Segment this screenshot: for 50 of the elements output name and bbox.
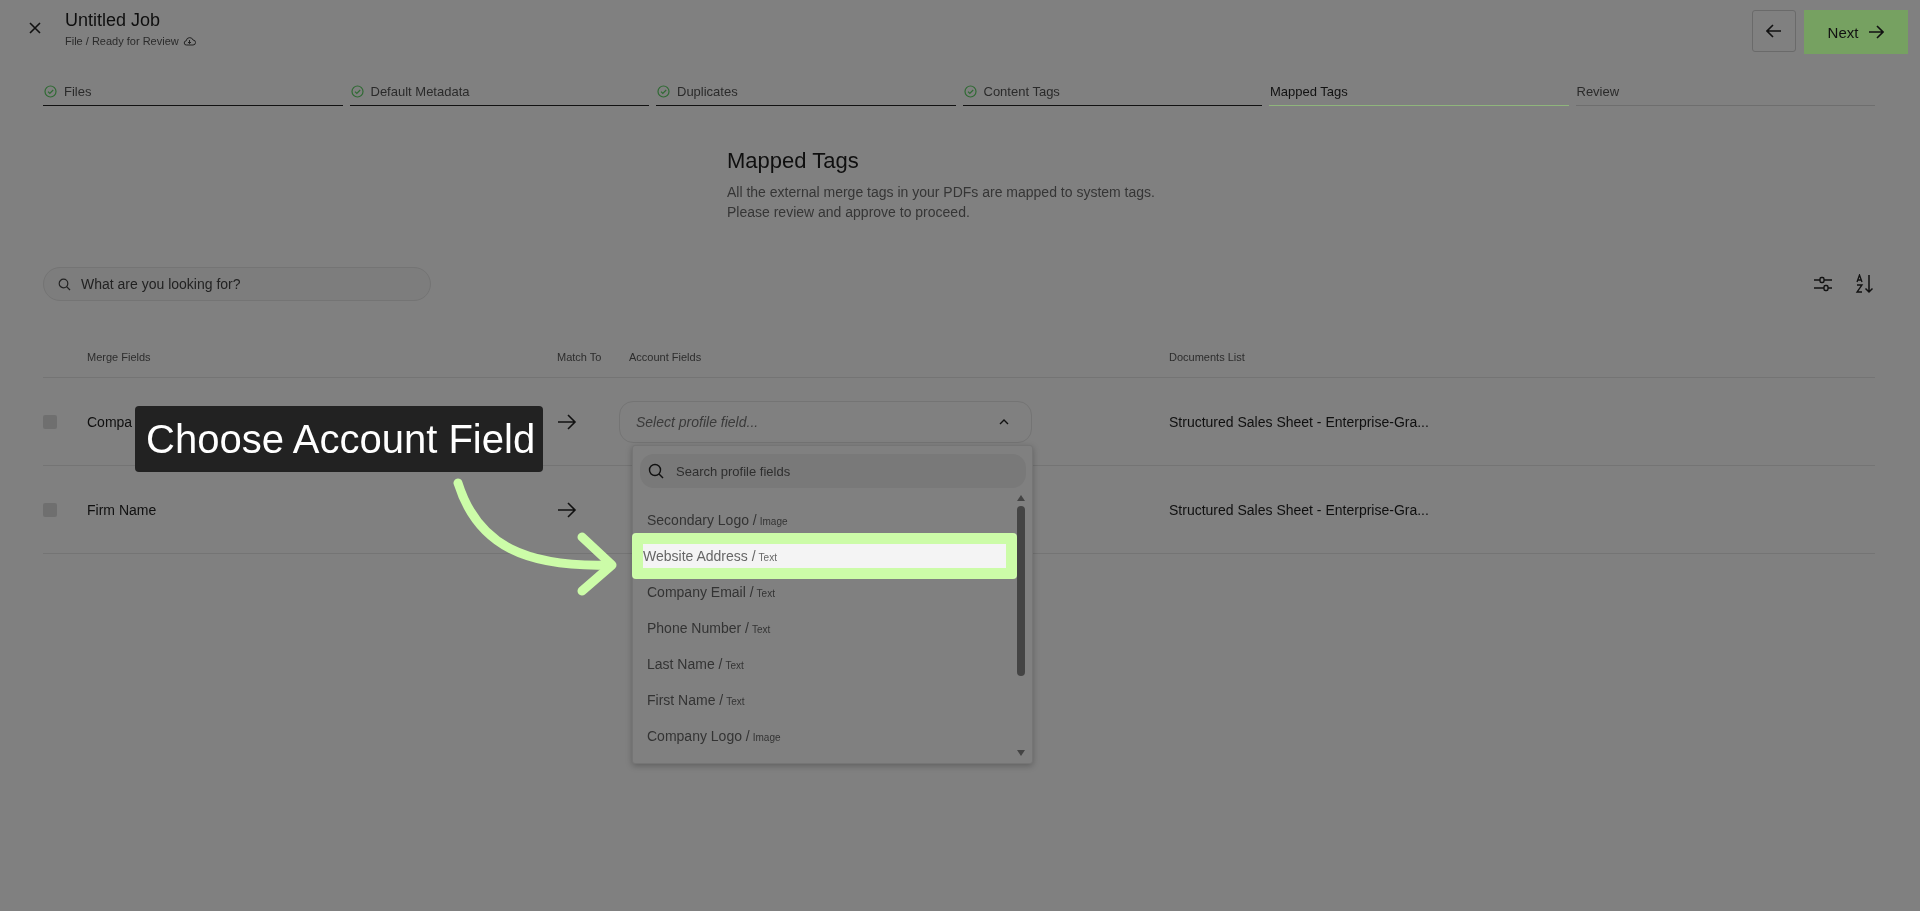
step-tab[interactable]: Review xyxy=(1575,84,1875,106)
arrow-left-icon xyxy=(1766,24,1782,38)
breadcrumb: File / Ready for Review xyxy=(65,35,179,47)
profile-field-option[interactable]: Website Address / Text xyxy=(633,534,1016,578)
document-name: Structured Sales Sheet - Enterprise-Gra... xyxy=(1169,501,1430,518)
callout-label: Choose Account Field xyxy=(135,406,544,472)
profile-field-option[interactable]: Phone Number / Text xyxy=(633,610,1016,646)
document-name: Structured Sales Sheet - Enterprise-Gra... xyxy=(1169,413,1430,430)
search-field[interactable]: What are you looking for? xyxy=(43,267,431,301)
merge-field-name: Firm Name xyxy=(87,501,157,518)
step-tab[interactable]: Mapped Tags xyxy=(1269,84,1569,106)
job-title: Untitled Job xyxy=(65,10,162,31)
arrow-right-icon xyxy=(557,413,577,430)
search-icon xyxy=(58,277,71,291)
step-tab[interactable]: Files xyxy=(43,84,343,106)
description-text: Please review and approve to proceed. xyxy=(727,203,971,222)
profile-field-option[interactable]: Company Logo / Image xyxy=(633,718,1016,754)
profile-field-select[interactable]: Select profile field... xyxy=(619,400,1032,443)
scrollbar-thumb[interactable] xyxy=(1017,506,1025,676)
cloud-icon xyxy=(182,36,196,46)
step-tab[interactable]: Default Metadata xyxy=(349,84,649,106)
close-icon[interactable] xyxy=(29,22,41,34)
description-text: All the external merge tags in your PDFs are mapped to system tags. xyxy=(727,183,1156,202)
next-button[interactable]: Next xyxy=(1804,10,1908,54)
merge-field-name: Compa xyxy=(87,413,133,430)
sort-icon[interactable] xyxy=(1855,274,1875,294)
profile-search-field[interactable]: Search profile fields xyxy=(640,454,1026,488)
search-input[interactable]: What are you looking for? xyxy=(79,275,416,293)
profile-field-option[interactable]: First Name / Text xyxy=(633,682,1016,718)
filter-sliders-icon[interactable] xyxy=(1813,275,1833,293)
column-header: Account Fields xyxy=(629,351,703,363)
scroll-up-icon[interactable] xyxy=(1016,494,1026,502)
check-circle-icon xyxy=(963,85,977,98)
caret-icon xyxy=(999,418,1009,425)
profile-field-option[interactable]: Last Name / Text xyxy=(633,646,1016,682)
step-tab[interactable]: Content Tags xyxy=(962,84,1262,106)
arrow-right-icon xyxy=(557,501,577,518)
check-circle-icon xyxy=(657,85,670,98)
column-header: Documents List xyxy=(1169,351,1246,363)
column-header: Merge Fields xyxy=(87,351,152,363)
scroll-down-icon[interactable] xyxy=(1016,749,1026,757)
check-circle-icon xyxy=(44,85,57,98)
step-tab[interactable]: Duplicates xyxy=(656,84,956,106)
back-button[interactable] xyxy=(1752,10,1796,52)
search-icon xyxy=(648,463,664,479)
column-header: Match To xyxy=(557,351,603,363)
profile-search-input[interactable]: Search profile fields xyxy=(674,462,1018,480)
arrow-right-icon xyxy=(1868,25,1885,39)
section-heading: Mapped Tags xyxy=(727,148,860,174)
check-circle-icon xyxy=(350,85,364,98)
